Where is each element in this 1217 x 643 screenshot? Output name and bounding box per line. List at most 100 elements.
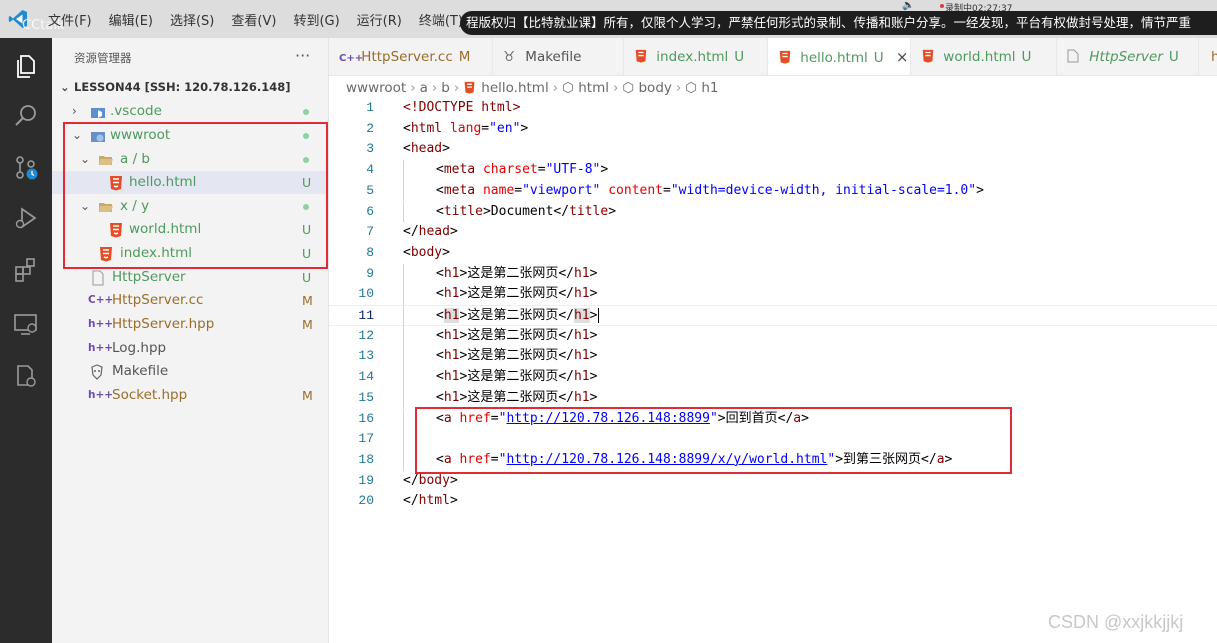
tab-index-html[interactable]: index.html U [624, 38, 768, 75]
code-editor[interactable]: 1 <!DOCTYPE html> 2 <html lang="en"> 3 <hea… [329, 98, 1217, 643]
code-line: 12 <h1>这是第二张网页</h1> [329, 325, 1217, 347]
code-line: 4 <meta charset="UTF-8"> [329, 160, 1217, 181]
copyright-notice-banner: 程版权归【比特就业课】所有，仅限个人学习，严禁任何形式的录制、传播和账户分享。一… [460, 11, 1217, 35]
file-icon [1067, 38, 1085, 75]
menu-bar: 文件(F) 编辑(E) 选择(S) 查看(V) 转到(G) 运行(R) 终端(T… [48, 0, 480, 38]
chevron-right-icon: › [552, 80, 559, 96]
explorer-sidebar: 资源管理器 ··· ⌄ LESSON44 [SSH: 120.78.126.148… [52, 38, 329, 643]
explorer-activity[interactable] [0, 42, 52, 90]
tab-makefile[interactable]: ♉ Makefile [493, 38, 624, 75]
recording-dot-icon [940, 4, 944, 8]
line-number: 1 [366, 100, 374, 115]
chevron-right-icon: › [410, 80, 416, 96]
file-icon [92, 270, 104, 286]
cpp-file-icon: C++ [88, 294, 114, 306]
chevron-down-icon: ⌄ [60, 80, 70, 94]
project-root[interactable]: ⌄ LESSON44 [SSH: 120.78.126.148] [60, 80, 291, 94]
menu-run[interactable]: 运行(R) [357, 10, 411, 29]
tree-label: .vscode [110, 103, 162, 119]
symbol-element-icon: ⬡ [562, 80, 574, 96]
line-number: 13 [358, 348, 374, 364]
tab-status: U [873, 50, 884, 66]
tree-item-httpserver-cc[interactable]: C++ HttpServer.cc M [52, 289, 328, 312]
menu-go[interactable]: 转到(G) [293, 10, 348, 29]
remote-explorer-icon [14, 314, 37, 335]
tab-httpserver-cc[interactable]: C++ HttpServer.cc M [329, 38, 493, 75]
line-number: 14 [358, 369, 374, 385]
breadcrumb-item[interactable]: h1 [701, 80, 718, 96]
speaker-icon: 🔈 [902, 0, 915, 11]
line-number: 3 [366, 141, 374, 157]
search-icon [15, 105, 36, 126]
tree-item-vscode[interactable]: › .vscode [52, 100, 328, 123]
extensions-icon [15, 258, 35, 282]
chevron-right-icon: › [431, 80, 438, 96]
chevron-right-icon: › [612, 80, 619, 96]
tab-world-html[interactable]: world.html U [911, 38, 1057, 75]
code-line: 15 <h1>这是第二张网页</h1> [329, 387, 1217, 409]
breadcrumb-item[interactable]: b [441, 80, 450, 96]
more-actions-button[interactable]: ··· [295, 46, 310, 65]
breadcrumb-item[interactable]: body [638, 80, 671, 96]
menu-view[interactable]: 查看(V) [231, 10, 285, 29]
makefile-icon [91, 364, 103, 380]
tree-label: Makefile [112, 363, 169, 379]
close-tab-icon[interactable]: × [896, 48, 909, 66]
breadcrumb-item[interactable]: html [578, 80, 609, 96]
code-token: 这是第二张网页 [467, 265, 559, 281]
line-number: 16 [358, 410, 374, 426]
line-number: 12 [358, 327, 374, 343]
line-number: 2 [366, 120, 374, 136]
remote-explorer-activity[interactable] [0, 300, 52, 348]
tab-httpserver[interactable]: HttpServer U [1057, 38, 1199, 75]
code-token: 这是第二张网页 [467, 369, 559, 385]
header-file-icon: h++ [88, 389, 114, 401]
breadcrumb-item[interactable]: wwwroot [346, 80, 406, 96]
breadcrumb-item[interactable]: hello.html [481, 80, 548, 96]
activity-bar [0, 38, 52, 643]
tree-item-httpserver-hpp[interactable]: h++ HttpServer.hpp M [52, 313, 328, 336]
menu-file[interactable]: 文件(F) [48, 10, 101, 29]
tab-label: hello.html [800, 50, 868, 66]
tab-label: Makefile [525, 49, 582, 65]
tab-label: h [1211, 49, 1217, 65]
line-number: 20 [358, 493, 374, 509]
html5-icon [463, 80, 481, 96]
line-number: 4 [366, 162, 374, 178]
csdn-watermark: CSDN @xxjkkjjkj [1048, 612, 1184, 632]
code-token: <!DOCTYPE html> [403, 100, 521, 115]
tree-item-makefile[interactable]: Makefile [52, 360, 328, 383]
menu-selection[interactable]: 选择(S) [170, 10, 223, 29]
code-line: 10 <h1>这是第二张网页</h1> [329, 284, 1217, 305]
source-control-activity[interactable] [0, 144, 52, 192]
tab-label: index.html [656, 49, 729, 65]
html5-icon [634, 38, 652, 75]
explorer-title: 资源管理器 [74, 51, 132, 65]
files-icon [17, 55, 35, 78]
code-token: 这是第二张网页 [467, 286, 559, 302]
breadcrumb-item[interactable]: a [420, 80, 428, 96]
docker-activity[interactable] [0, 352, 52, 400]
run-debug-activity[interactable] [0, 194, 52, 242]
code-line: 7 </head> [329, 222, 1217, 243]
tab-status: U [1168, 49, 1179, 65]
title-bar: CCtalk 文件(F) 编辑(E) 选择(S) 查看(V) 转到(G) 运行(… [0, 0, 1217, 38]
tab-hello-html[interactable]: hello.html U × [768, 38, 911, 75]
tree-item-httpserver[interactable]: HttpServer U [52, 266, 328, 289]
code-token: 这是第二张网页 [467, 389, 559, 405]
tree-item-log-hpp[interactable]: h++ Log.hpp [52, 337, 328, 360]
tab-status: U [1021, 49, 1032, 65]
source-control-icon [16, 156, 38, 180]
extensions-activity[interactable] [0, 246, 52, 294]
tree-label: Log.hpp [112, 340, 167, 356]
menu-edit[interactable]: 编辑(E) [109, 10, 162, 29]
tree-item-socket-hpp[interactable]: h++ Socket.hpp M [52, 384, 328, 407]
header-file-icon: h++ [88, 318, 114, 330]
untracked-dot-icon [303, 109, 309, 115]
code-token: 这是第二张网页 [467, 348, 559, 364]
search-activity[interactable] [0, 92, 52, 140]
tree-label: HttpServer [112, 269, 186, 285]
code-line: 20 </html> [329, 491, 1217, 512]
tab-overflow[interactable]: h [1199, 38, 1217, 75]
chevron-right-icon: › [72, 104, 77, 118]
